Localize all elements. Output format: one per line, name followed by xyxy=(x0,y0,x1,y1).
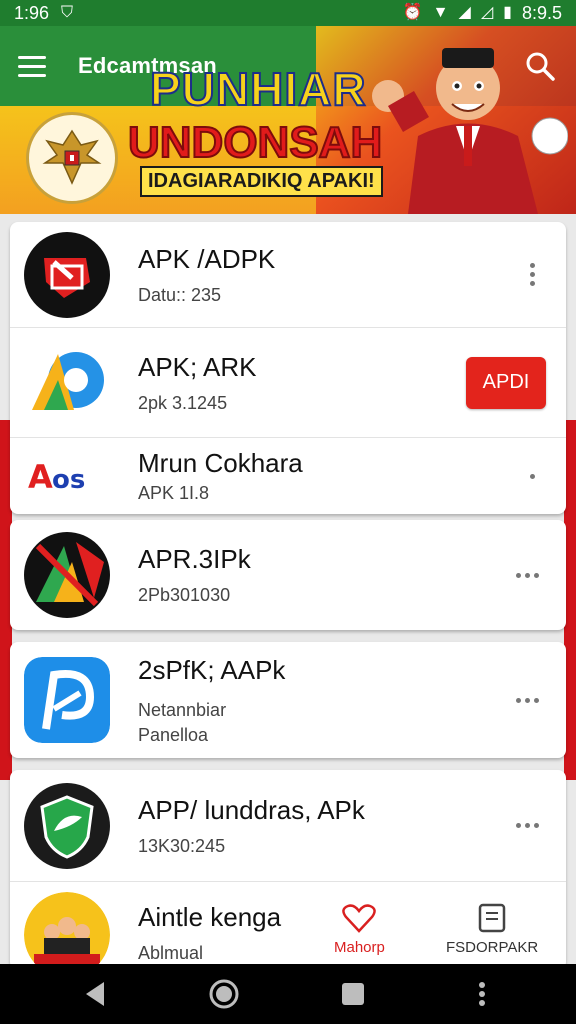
svg-text:os: os xyxy=(52,465,85,495)
more-options-icon[interactable] xyxy=(522,261,542,289)
signal-icon: ◢ xyxy=(458,4,471,21)
app-icon xyxy=(24,339,110,426)
app-icon: Aos xyxy=(24,446,110,506)
more-options-icon[interactable] xyxy=(512,686,542,714)
list-item[interactable]: APR.3IPk 2Pb301030 xyxy=(10,520,566,630)
home-button[interactable] xyxy=(204,974,244,1014)
banner-title-line1: PUNHIAR xyxy=(149,62,367,116)
home-circle-icon xyxy=(209,979,238,1009)
app-name: Mrun Cokhara xyxy=(138,448,303,478)
shield-notification-icon: ⛉ xyxy=(61,4,74,21)
heart-hand-icon xyxy=(342,904,377,933)
back-button[interactable] xyxy=(75,974,115,1014)
tab-first-label: Mahorp xyxy=(334,939,385,956)
recents-square-icon xyxy=(341,983,364,1005)
book-icon xyxy=(478,903,506,933)
more-options-icon[interactable] xyxy=(512,812,542,840)
alarm-icon: ⏰ xyxy=(402,4,423,21)
battery-icon: ▮ xyxy=(503,4,512,21)
app-icon xyxy=(24,892,110,970)
overflow-button[interactable] xyxy=(462,974,502,1014)
vertical-dots-icon xyxy=(478,982,485,1006)
app-meta: 13K30:245 xyxy=(138,835,226,856)
app-icon xyxy=(24,231,110,318)
mascot-illustration xyxy=(372,48,568,214)
list-item[interactable]: 2sPfK; AAPk Netannbiar Panelloa xyxy=(10,642,566,758)
status-left: 1:96 ⛉ xyxy=(14,3,73,24)
list-card: 2sPfK; AAPk Netannbiar Panelloa xyxy=(10,642,566,758)
app-meta: 2pk 3.1245 xyxy=(138,392,228,413)
app-name: APK /ADPK xyxy=(138,243,276,274)
app-icon xyxy=(24,532,110,618)
list-card: APR.3IPk 2Pb301030 xyxy=(10,520,566,630)
list-item[interactable]: APK; ARK 2pk 3.1245 APDI xyxy=(10,328,566,438)
app-name: 2sPfK; AAPk xyxy=(138,654,286,685)
list-item[interactable]: Aos Mrun Cokhara APK 1I.8 xyxy=(10,438,566,514)
status-time: 1:96 xyxy=(14,2,50,23)
signal2-icon: ◿ xyxy=(480,4,494,21)
more-options-icon[interactable] xyxy=(522,462,542,490)
tab-second-label: FSDORPAKR xyxy=(446,939,539,956)
tab-second[interactable]: FSDORPAKR xyxy=(446,903,538,956)
list-item[interactable]: APP/ lunddras, APk 13K30:245 xyxy=(10,770,566,882)
recents-button[interactable] xyxy=(333,974,373,1014)
app-meta: Netannbiar xyxy=(138,699,227,720)
app-icon xyxy=(24,782,110,869)
system-nav-bar xyxy=(0,964,576,1024)
app-name: Aintle kenga xyxy=(138,902,282,932)
status-clock: 8:9.5 xyxy=(521,2,562,23)
status-right: ⏰ ▼ ◢ ◿ ▮ 8:9.5 xyxy=(403,3,562,24)
list-card: APK /ADPK Datu:: 235 APK; ARK 2pk 3.1245… xyxy=(10,222,566,514)
garuda-emblem-icon xyxy=(26,112,118,204)
header-banner: Edcamtmsan PUNHIAR UNDONSAH IDAGIARADIKI… xyxy=(0,26,576,214)
tab-first[interactable]: Mahorp xyxy=(334,903,385,956)
status-bar: 1:96 ⛉ ⏰ ▼ ◢ ◿ ▮ 8:9.5 xyxy=(0,0,576,26)
wifi-icon: ▼ xyxy=(432,4,449,21)
app-icon xyxy=(24,657,110,743)
list-item[interactable]: APK /ADPK Datu:: 235 xyxy=(10,222,566,328)
app-meta: Datu:: 235 xyxy=(138,284,222,305)
app-name: APK; ARK xyxy=(138,351,257,382)
menu-button[interactable] xyxy=(18,50,50,82)
app-meta: 2Pb301030 xyxy=(138,585,231,605)
list-card: APP/ lunddras, APk 13K30:245 Aintle keng… xyxy=(10,770,566,970)
install-button[interactable]: APDI xyxy=(466,356,546,409)
app-name: APR.3IPk xyxy=(138,544,251,574)
app-name: APP/ lunddras, APk xyxy=(138,794,365,825)
app-meta: APK 1I.8 xyxy=(138,483,210,503)
app-meta: Ablmual xyxy=(138,943,204,963)
back-triangle-icon xyxy=(85,982,104,1006)
more-options-icon[interactable] xyxy=(512,561,542,589)
app-list: APK /ADPK Datu:: 235 APK; ARK 2pk 3.1245… xyxy=(10,222,566,970)
svg-text:A: A xyxy=(28,458,53,496)
app-meta-secondary: Panelloa xyxy=(138,724,209,745)
banner-subtitle: IDAGIARADIKIQ APAKI! xyxy=(140,166,383,197)
banner-title-line2: UNDONSAH xyxy=(127,117,383,168)
